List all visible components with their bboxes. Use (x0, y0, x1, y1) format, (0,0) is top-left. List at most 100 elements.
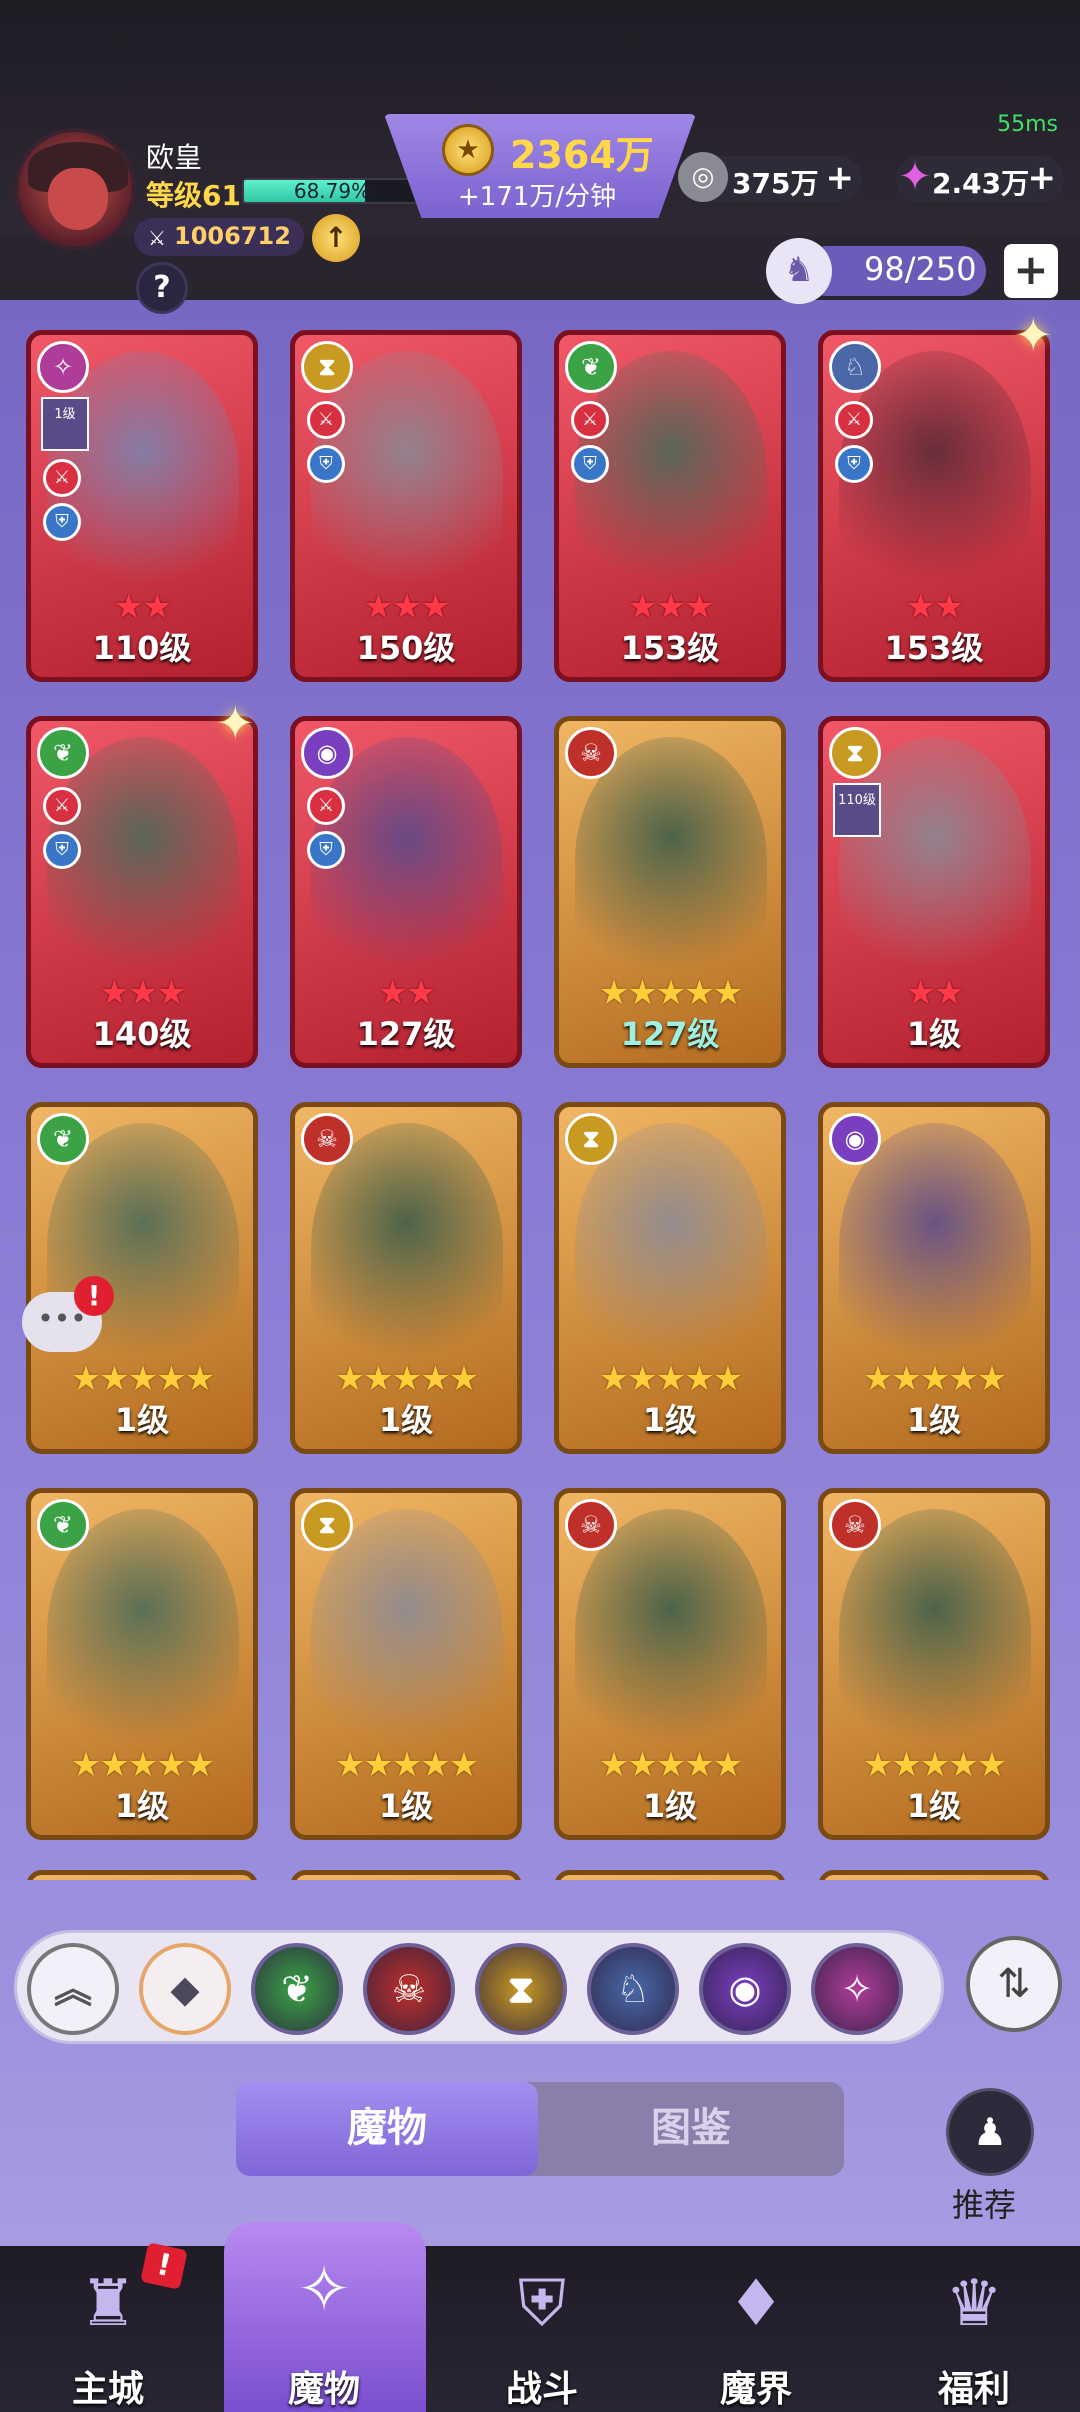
monster-level: 150级 (356, 629, 456, 667)
shield-sword-icon: ⛨ (518, 2267, 566, 2341)
monster-level: 1级 (114, 1787, 170, 1825)
monster-level: 1级 (642, 1787, 698, 1825)
sort-button[interactable]: ⇅ (966, 1936, 1062, 2032)
star-rating: ★★★★★ (70, 1359, 215, 1399)
roster-expand-button[interactable]: + (1004, 244, 1058, 298)
dragon-icon[interactable]: ♘ (587, 1943, 679, 2035)
faction-filter-bar: ︽ ◆ ❦ ☠ ⧗ ♘ ◉ ✧ (14, 1930, 944, 2044)
defense-buff-icon: ⛨ (307, 445, 345, 483)
monster-card[interactable]: ⧗ ★★★★★ 1级 (290, 1488, 522, 1840)
hourglass-icon: ⧗ (301, 1499, 353, 1551)
monster-card[interactable]: ⧗ ★★★★★ 1级 (554, 1102, 786, 1454)
eye-icon[interactable]: ◉ (699, 1943, 791, 2035)
monster-card[interactable]: ⧗ ⚔ ⛨ ★★★ 150级 (290, 330, 522, 682)
roster-capacity: ♞ 98/250 + (766, 238, 1058, 304)
nav-demon-realm[interactable]: ♦ 魔界 (656, 2246, 856, 2412)
star-rating: ★★★★★ (334, 1745, 479, 1785)
monster-card[interactable]: ✧ 1级 ⚔ ⛨ ★★ 110级 (26, 330, 258, 682)
star-rating: ★★★★★ (598, 1359, 743, 1399)
defense-buff-icon: ⛨ (571, 445, 609, 483)
monster-card[interactable]: ◉ ⚔ ⛨ ★★ 127级 (290, 716, 522, 1068)
monster-level: 153级 (620, 629, 720, 667)
roster-count: 98/250 (864, 250, 977, 288)
player-level: 等级61 (146, 179, 241, 212)
xp-percent: 68.79% (293, 179, 371, 203)
silver-resource[interactable]: ◎ 375万 + (678, 152, 862, 202)
sort-icon: ⇅ (997, 1961, 1031, 2007)
monster-card[interactable]: ❦ ★★★★★ 1级 (26, 1102, 258, 1454)
nav-alert-badge: ! (140, 2242, 188, 2290)
ping-indicator: 55ms (997, 112, 1058, 137)
nav-monsters[interactable]: ✧ 魔物 (224, 2222, 426, 2412)
nav-label: 战斗 (505, 2369, 578, 2410)
monster-level: 1级 (114, 1401, 170, 1439)
eye-icon: ◉ (829, 1113, 881, 1165)
view-tabs: 魔物 图鉴 (236, 2082, 844, 2176)
tab-codex[interactable]: 图鉴 (538, 2082, 844, 2176)
nav-welfare[interactable]: ♛ 福利 (874, 2246, 1074, 2412)
attack-buff-icon: ⚔ (43, 787, 81, 825)
arcane-star-icon[interactable]: ✧ (811, 1943, 903, 2035)
flame-icon: ✧ (297, 2253, 351, 2327)
up-arrow-icon: ↑ (324, 221, 348, 254)
monster-card[interactable]: ❦ ⚔ ⛨ ★★★ 140级 (26, 716, 258, 1068)
monster-level: 153级 (884, 629, 984, 667)
monster-card[interactable]: ⧗ 110级 ★★ 1级 (818, 716, 1050, 1068)
monster-level: 1级 (906, 1787, 962, 1825)
defense-buff-icon: ⛨ (835, 445, 873, 483)
xp-bar: 68.79% (242, 178, 422, 204)
diamond-grid-icon[interactable]: ◆ (139, 1943, 231, 2035)
linked-monster-thumbnail: 1级 (41, 397, 89, 451)
power-upgrade-button[interactable]: ↑ (312, 214, 360, 262)
gem-resource[interactable]: ✦ 2.43万 + (896, 154, 1064, 202)
player-avatar[interactable] (14, 128, 136, 250)
nav-main-city[interactable]: ♜ ! 主城 (8, 2242, 208, 2412)
monster-card-partial (818, 1870, 1050, 1880)
hourglass-icon[interactable]: ⧗ (475, 1943, 567, 2035)
eye-icon: ◉ (301, 727, 353, 779)
star-rating: ★★ (905, 973, 965, 1013)
monster-card[interactable]: ♘ ⚔ ⛨ ★★ 153级 (818, 330, 1050, 682)
defense-buff-icon: ⛨ (43, 831, 81, 869)
people-icon: ♟ (972, 2110, 1008, 2154)
defense-buff-icon: ⛨ (307, 831, 345, 869)
gold-coin-icon: ★ (442, 124, 494, 176)
hourglass-icon: ⧗ (829, 727, 881, 779)
help-button[interactable]: ? (136, 262, 188, 314)
recommend-button[interactable]: ♟ (946, 2088, 1034, 2176)
silver-add-button[interactable]: + (826, 158, 855, 198)
leaf-icon: ❦ (37, 1113, 89, 1165)
monster-card[interactable]: ☠ ★★★★★ 1级 (818, 1488, 1050, 1840)
nav-label: 魔界 (719, 2369, 792, 2410)
monster-card-partial (554, 1870, 786, 1880)
tab-monsters[interactable]: 魔物 (236, 2082, 538, 2176)
double-chevron-up-icon[interactable]: ︽ (27, 1943, 119, 2035)
star-rating: ★★ (113, 587, 173, 627)
monster-level: 140级 (92, 1015, 192, 1053)
demon-mask-icon: ☠ (829, 1499, 881, 1551)
gem-amount: 2.43万 (932, 167, 1030, 200)
attack-buff-icon: ⚔ (835, 401, 873, 439)
nav-battle[interactable]: ⛨ 战斗 (442, 2246, 642, 2412)
dragon-icon: ♘ (829, 341, 881, 393)
arcane-star-icon: ✧ (37, 341, 89, 393)
monster-card[interactable]: ☠ ★★★★★ 1级 (554, 1488, 786, 1840)
monster-grid: ✧ 1级 ⚔ ⛨ ★★ 110级 ⧗ ⚔ ⛨ ★★★ 150级 ❦ ⚔ ⛨ ★★★ 153级 ♘ ⚔ ⛨ ★★ 153级… (26, 330, 1056, 1880)
monster-card[interactable]: ☠ ★★★★★ 127级 (554, 716, 786, 1068)
portal-icon: ♦ (727, 2267, 785, 2341)
nav-label: 福利 (937, 2369, 1010, 2410)
star-rating: ★★★★★ (862, 1359, 1007, 1399)
monster-level: 1级 (906, 1401, 962, 1439)
monster-card[interactable]: ❦ ⚔ ⛨ ★★★ 153级 (554, 330, 786, 682)
gold-rate: +171万/分钟 (458, 182, 617, 212)
monster-card-partial (290, 1870, 522, 1880)
monster-card[interactable]: ◉ ★★★★★ 1级 (818, 1102, 1050, 1454)
gem-add-button[interactable]: + (1028, 158, 1057, 198)
bottom-nav: ♜ ! 主城 ✧ 魔物 ⛨ 战斗 ♦ 魔界 ♛ 福利 (0, 2222, 1080, 2412)
leaf-icon[interactable]: ❦ (251, 1943, 343, 2035)
monster-card[interactable]: ☠ ★★★★★ 1级 (290, 1102, 522, 1454)
demon-mask-icon[interactable]: ☠ (363, 1943, 455, 2035)
star-rating: ★★★★★ (598, 973, 743, 1013)
linked-monster-thumbnail: 110级 (833, 783, 881, 837)
monster-card[interactable]: ❦ ★★★★★ 1级 (26, 1488, 258, 1840)
